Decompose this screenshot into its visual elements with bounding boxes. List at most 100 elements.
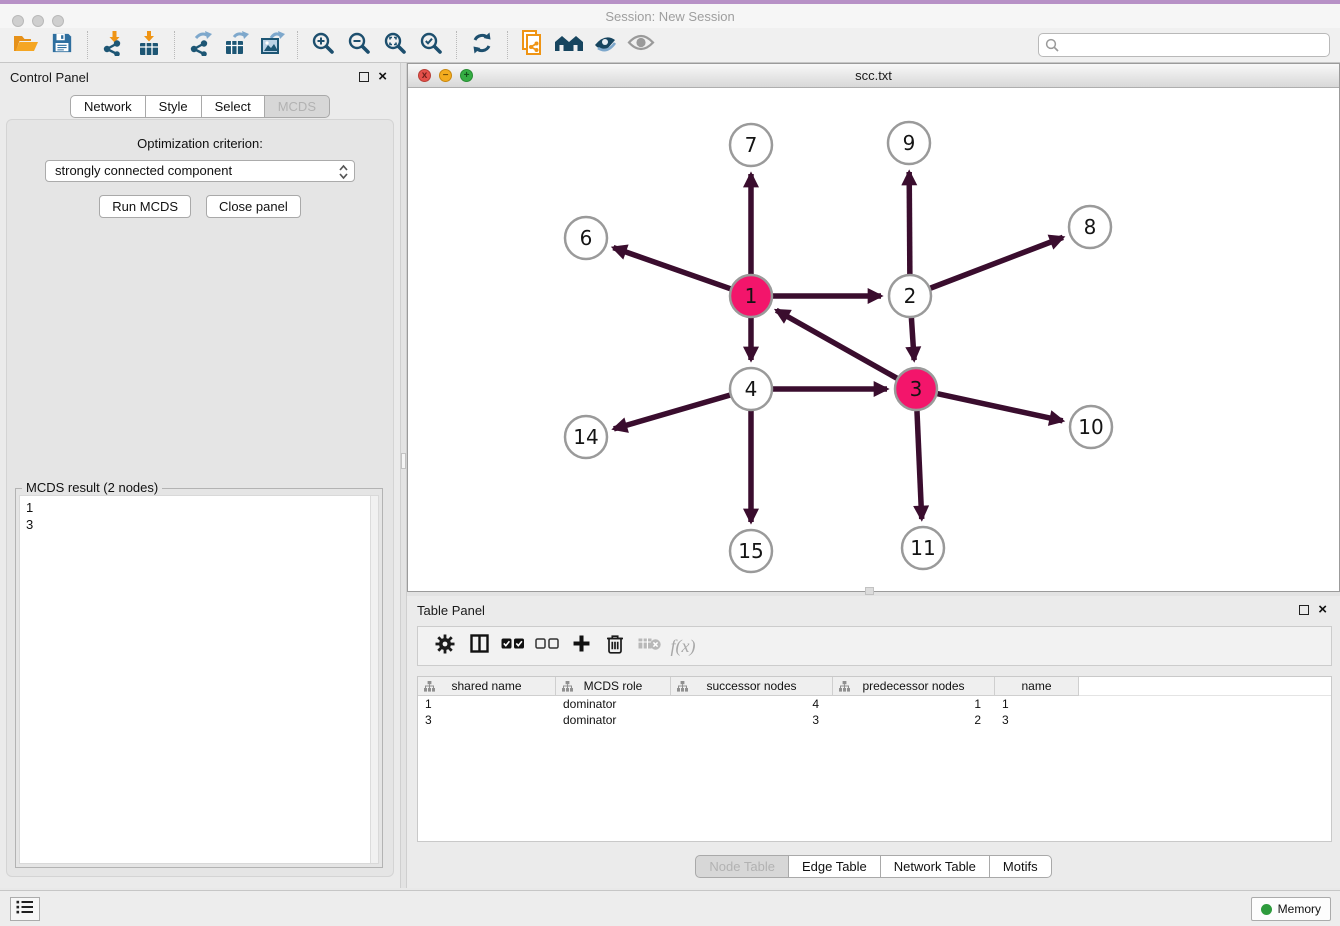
- memory-button[interactable]: Memory: [1251, 897, 1331, 921]
- table-row-1[interactable]: 3dominator323: [418, 712, 1331, 728]
- graph-node-1[interactable]: 1: [730, 275, 772, 317]
- edge-2-9[interactable]: [909, 172, 910, 274]
- svg-text:7: 7: [745, 133, 758, 157]
- unchecked-boxes-icon: [535, 637, 559, 655]
- deselect-all-button[interactable]: [530, 630, 564, 662]
- column-label: name: [1021, 679, 1051, 693]
- edge-2-3[interactable]: [911, 318, 914, 360]
- cell-shared-name[interactable]: 1: [418, 696, 556, 712]
- homes-icon: [554, 32, 584, 59]
- column-type-icon: [562, 681, 573, 695]
- splitter-grip[interactable]: [401, 453, 406, 469]
- graph-node-9[interactable]: 9: [888, 122, 930, 164]
- edge-4-14[interactable]: [614, 395, 730, 429]
- column-header-shared-name[interactable]: shared name: [418, 677, 556, 696]
- graph-node-14[interactable]: 14: [565, 416, 607, 458]
- edge-3-1[interactable]: [776, 310, 897, 378]
- graph-node-4[interactable]: 4: [730, 368, 772, 410]
- create-column-button[interactable]: [564, 630, 598, 662]
- save-session-button[interactable]: [44, 30, 80, 60]
- float-panel-icon[interactable]: [1299, 605, 1309, 615]
- zoom-in-button[interactable]: [305, 30, 341, 60]
- network-window-titlebar[interactable]: x − + scc.txt: [408, 64, 1339, 88]
- graph-node-7[interactable]: 7: [730, 124, 772, 166]
- graph-node-10[interactable]: 10: [1070, 406, 1112, 448]
- svg-text:4: 4: [745, 377, 758, 401]
- mcds-result-title: MCDS result (2 nodes): [22, 480, 162, 495]
- tab-node-table[interactable]: Node Table: [695, 855, 789, 878]
- zoom-out-button[interactable]: [341, 30, 377, 60]
- close-panel-icon[interactable]: ×: [378, 68, 387, 86]
- tab-edge-table[interactable]: Edge Table: [788, 855, 881, 878]
- float-panel-icon[interactable]: [359, 72, 369, 82]
- tab-select[interactable]: Select: [201, 95, 265, 118]
- close-panel-icon[interactable]: ×: [1318, 601, 1327, 619]
- edge-3-10[interactable]: [937, 394, 1062, 421]
- edge-2-8[interactable]: [931, 237, 1063, 288]
- zoom-fit-icon: [383, 31, 407, 60]
- graph-node-6[interactable]: 6: [565, 217, 607, 259]
- task-history-button[interactable]: [10, 897, 40, 921]
- column-header-predecessor-nodes[interactable]: predecessor nodes: [833, 677, 995, 696]
- refresh-button[interactable]: [464, 30, 500, 60]
- cell-name[interactable]: 3: [995, 712, 1079, 728]
- cell-name[interactable]: 1: [995, 696, 1079, 712]
- tab-network[interactable]: Network: [70, 95, 146, 118]
- function-builder-button[interactable]: f(x): [666, 630, 700, 662]
- graph-node-3[interactable]: 3: [895, 368, 937, 410]
- duplicate-network-button[interactable]: [515, 30, 551, 60]
- toolbar-separator: [297, 31, 298, 59]
- delete-table-button[interactable]: [632, 630, 666, 662]
- import-table-button[interactable]: [131, 30, 167, 60]
- export-network-button[interactable]: [182, 30, 218, 60]
- zoom-selected-button[interactable]: [413, 30, 449, 60]
- network-overview-button[interactable]: [551, 30, 587, 60]
- mcds-action-buttons: Run MCDS Close panel: [7, 195, 393, 218]
- splitter-grip[interactable]: [865, 587, 874, 595]
- search-input[interactable]: [1065, 35, 1325, 55]
- search-field[interactable]: [1038, 33, 1330, 57]
- column-header-successor-nodes[interactable]: successor nodes: [671, 677, 833, 696]
- graph-node-2[interactable]: 2: [889, 275, 931, 317]
- attribute-settings-button[interactable]: [428, 630, 462, 662]
- open-session-button[interactable]: [8, 30, 44, 60]
- cell-successor-nodes[interactable]: 4: [671, 696, 833, 712]
- column-header-name[interactable]: name: [995, 677, 1079, 696]
- graph-node-11[interactable]: 11: [902, 527, 944, 569]
- criterion-dropdown[interactable]: strongly connected component: [45, 160, 355, 182]
- column-header-mcds-role[interactable]: MCDS role: [556, 677, 671, 696]
- run-mcds-button[interactable]: Run MCDS: [99, 195, 191, 218]
- cell-predecessor-nodes[interactable]: 1: [833, 696, 995, 712]
- edge-1-6[interactable]: [613, 248, 730, 289]
- cell-predecessor-nodes[interactable]: 2: [833, 712, 995, 728]
- close-panel-button[interactable]: Close panel: [206, 195, 301, 218]
- zoom-fit-button[interactable]: [377, 30, 413, 60]
- cell-mcds-role[interactable]: dominator: [556, 712, 671, 728]
- vertical-splitter[interactable]: [400, 63, 407, 888]
- column-pane-button[interactable]: [462, 630, 496, 662]
- export-table-button[interactable]: [218, 30, 254, 60]
- cell-mcds-role[interactable]: dominator: [556, 696, 671, 712]
- delete-column-button[interactable]: [598, 630, 632, 662]
- tab-mcds[interactable]: MCDS: [264, 95, 330, 118]
- cell-shared-name[interactable]: 3: [418, 712, 556, 728]
- table-row-0[interactable]: 1dominator411: [418, 696, 1331, 712]
- svg-text:8: 8: [1084, 215, 1097, 239]
- dropdown-stepper-icon: [338, 164, 349, 186]
- edge-3-11[interactable]: [917, 411, 922, 519]
- result-scrollbar[interactable]: [370, 496, 378, 863]
- mcds-result-textarea[interactable]: 1 3: [19, 495, 379, 864]
- export-image-button[interactable]: [254, 30, 290, 60]
- graph-node-8[interactable]: 8: [1069, 206, 1111, 248]
- cell-successor-nodes[interactable]: 3: [671, 712, 833, 728]
- tab-style[interactable]: Style: [145, 95, 202, 118]
- graph-node-15[interactable]: 15: [730, 530, 772, 572]
- import-network-button[interactable]: [95, 30, 131, 60]
- graphics-details-button[interactable]: [587, 30, 623, 60]
- tab-network-table[interactable]: Network Table: [880, 855, 990, 878]
- tab-motifs[interactable]: Motifs: [989, 855, 1052, 878]
- network-graph-canvas[interactable]: 7 9 6 8 1 2 4 3 14 10 15 11: [408, 88, 1339, 591]
- hide-details-button[interactable]: [623, 30, 659, 60]
- memory-status-icon: [1261, 904, 1272, 915]
- select-all-button[interactable]: [496, 630, 530, 662]
